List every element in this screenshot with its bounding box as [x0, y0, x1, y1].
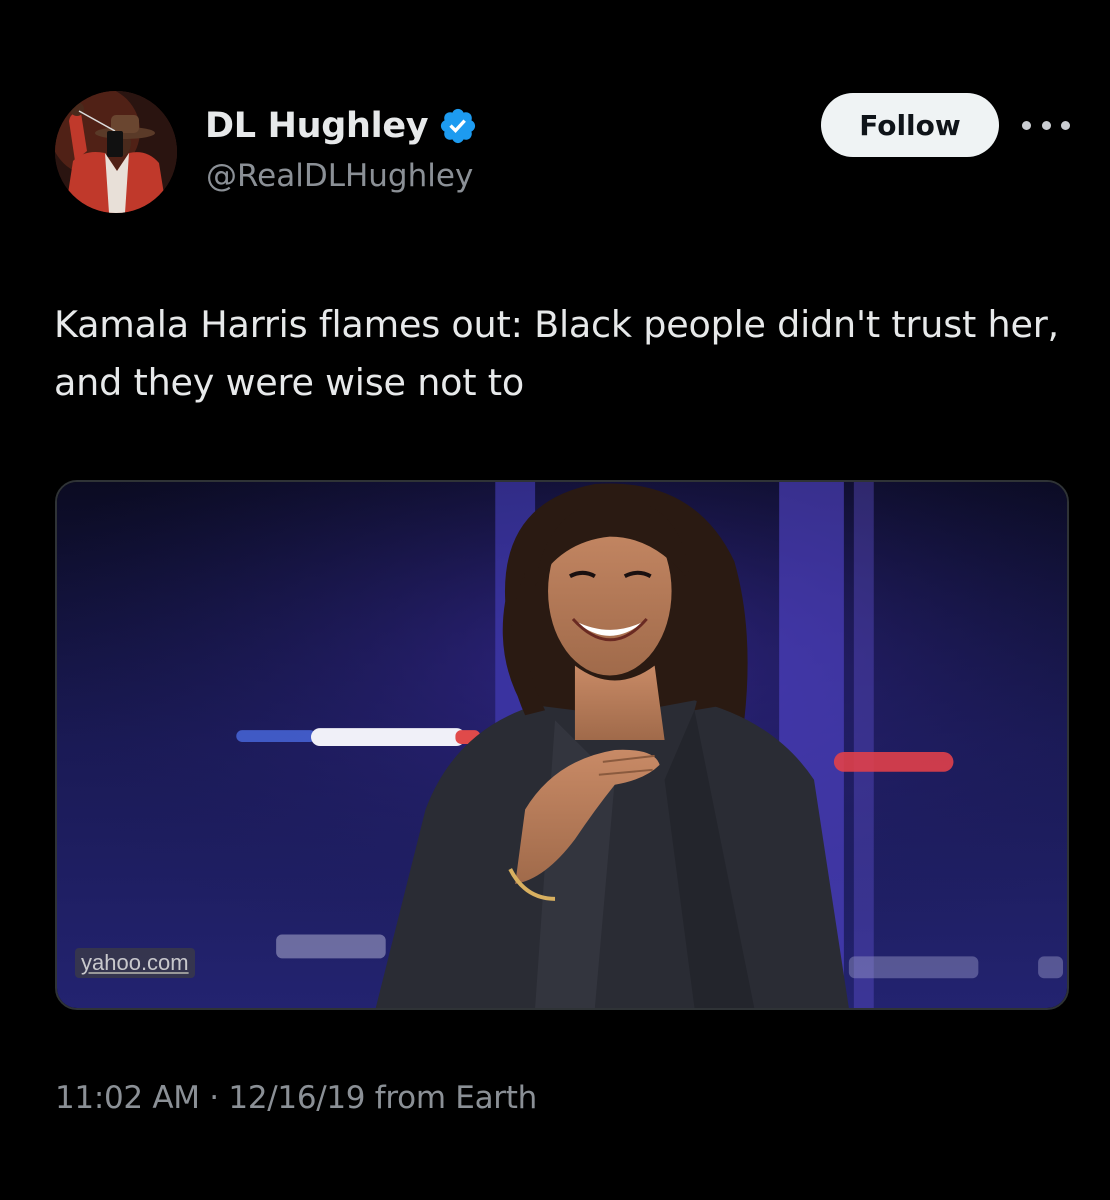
user-handle[interactable]: @RealDLHughley	[206, 158, 473, 194]
more-dot	[1041, 120, 1051, 130]
avatar-photo	[55, 91, 177, 213]
avatar[interactable]	[55, 91, 177, 213]
tweet-timestamp[interactable]: 11:02 AM · 12/16/19 from Earth	[55, 1080, 537, 1116]
tweet-card: DL Hughley @RealDLHughley Follow Kamala …	[0, 0, 1110, 1200]
more-horizontal-icon[interactable]	[1022, 110, 1070, 140]
display-name[interactable]: DL Hughley	[205, 106, 429, 146]
follow-button[interactable]: Follow	[821, 93, 999, 157]
tweet-media-image[interactable]: yahoo.com	[55, 480, 1069, 1010]
tweet-text: Kamala Harris flames out: Black people d…	[54, 303, 1059, 404]
display-name-row: DL Hughley	[205, 100, 478, 152]
media-watermark: yahoo.com	[75, 948, 195, 978]
verified-badge-icon	[438, 106, 478, 146]
more-dot	[1061, 120, 1070, 130]
more-dot	[1022, 120, 1031, 130]
media-photo	[57, 482, 1067, 1008]
